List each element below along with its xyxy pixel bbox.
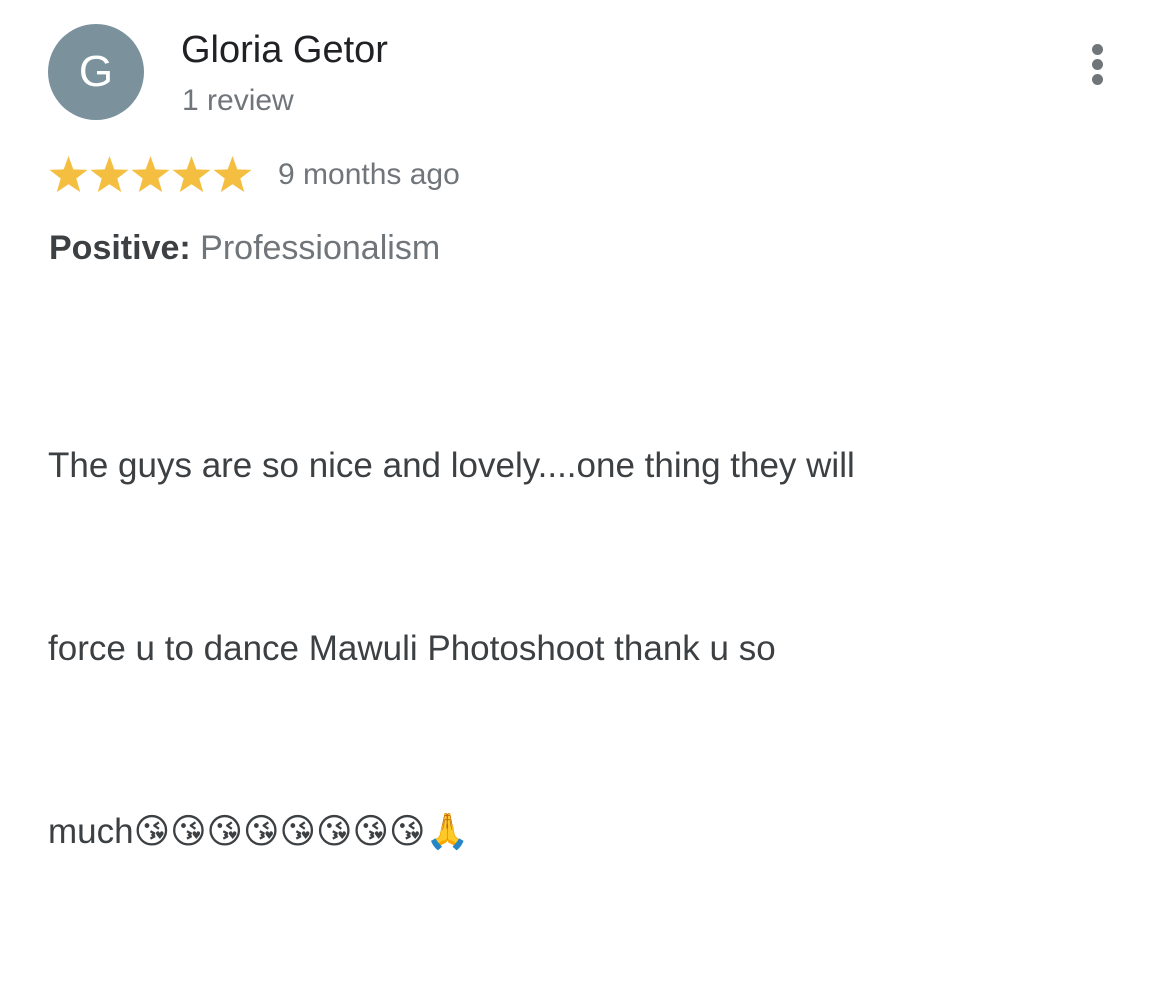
star-icon	[90, 156, 129, 193]
attribute-label: Positive:	[49, 229, 191, 267]
star-icon	[172, 156, 211, 193]
star-icon	[131, 156, 170, 193]
author-review-count: 1 review	[182, 84, 294, 117]
review-text-line: The guys are so nice and lovely....one t…	[48, 446, 855, 485]
more-options-button[interactable]	[1082, 40, 1114, 88]
review-attribute: Positive: Professionalism	[49, 225, 440, 271]
review-text-line: much😘😘😘😘😘😘😘😘🙏	[48, 812, 470, 851]
attribute-value: Professionalism	[200, 229, 441, 267]
more-vertical-icon-dot	[1092, 59, 1103, 70]
avatar[interactable]: G	[48, 24, 144, 120]
review-timestamp: 9 months ago	[278, 158, 460, 191]
author-name[interactable]: Gloria Getor	[181, 28, 388, 72]
rating-row: 9 months ago	[48, 150, 460, 200]
more-vertical-icon	[1092, 44, 1103, 55]
avatar-initial: G	[78, 47, 114, 96]
review-text-line: force u to dance Mawuli Photoshoot thank…	[48, 629, 776, 668]
more-vertical-icon-dot	[1092, 74, 1103, 85]
star-icon	[49, 156, 88, 193]
star-rating	[48, 155, 253, 195]
review-text: The guys are so nice and lovely....one t…	[48, 313, 1138, 984]
star-icon	[213, 156, 252, 193]
